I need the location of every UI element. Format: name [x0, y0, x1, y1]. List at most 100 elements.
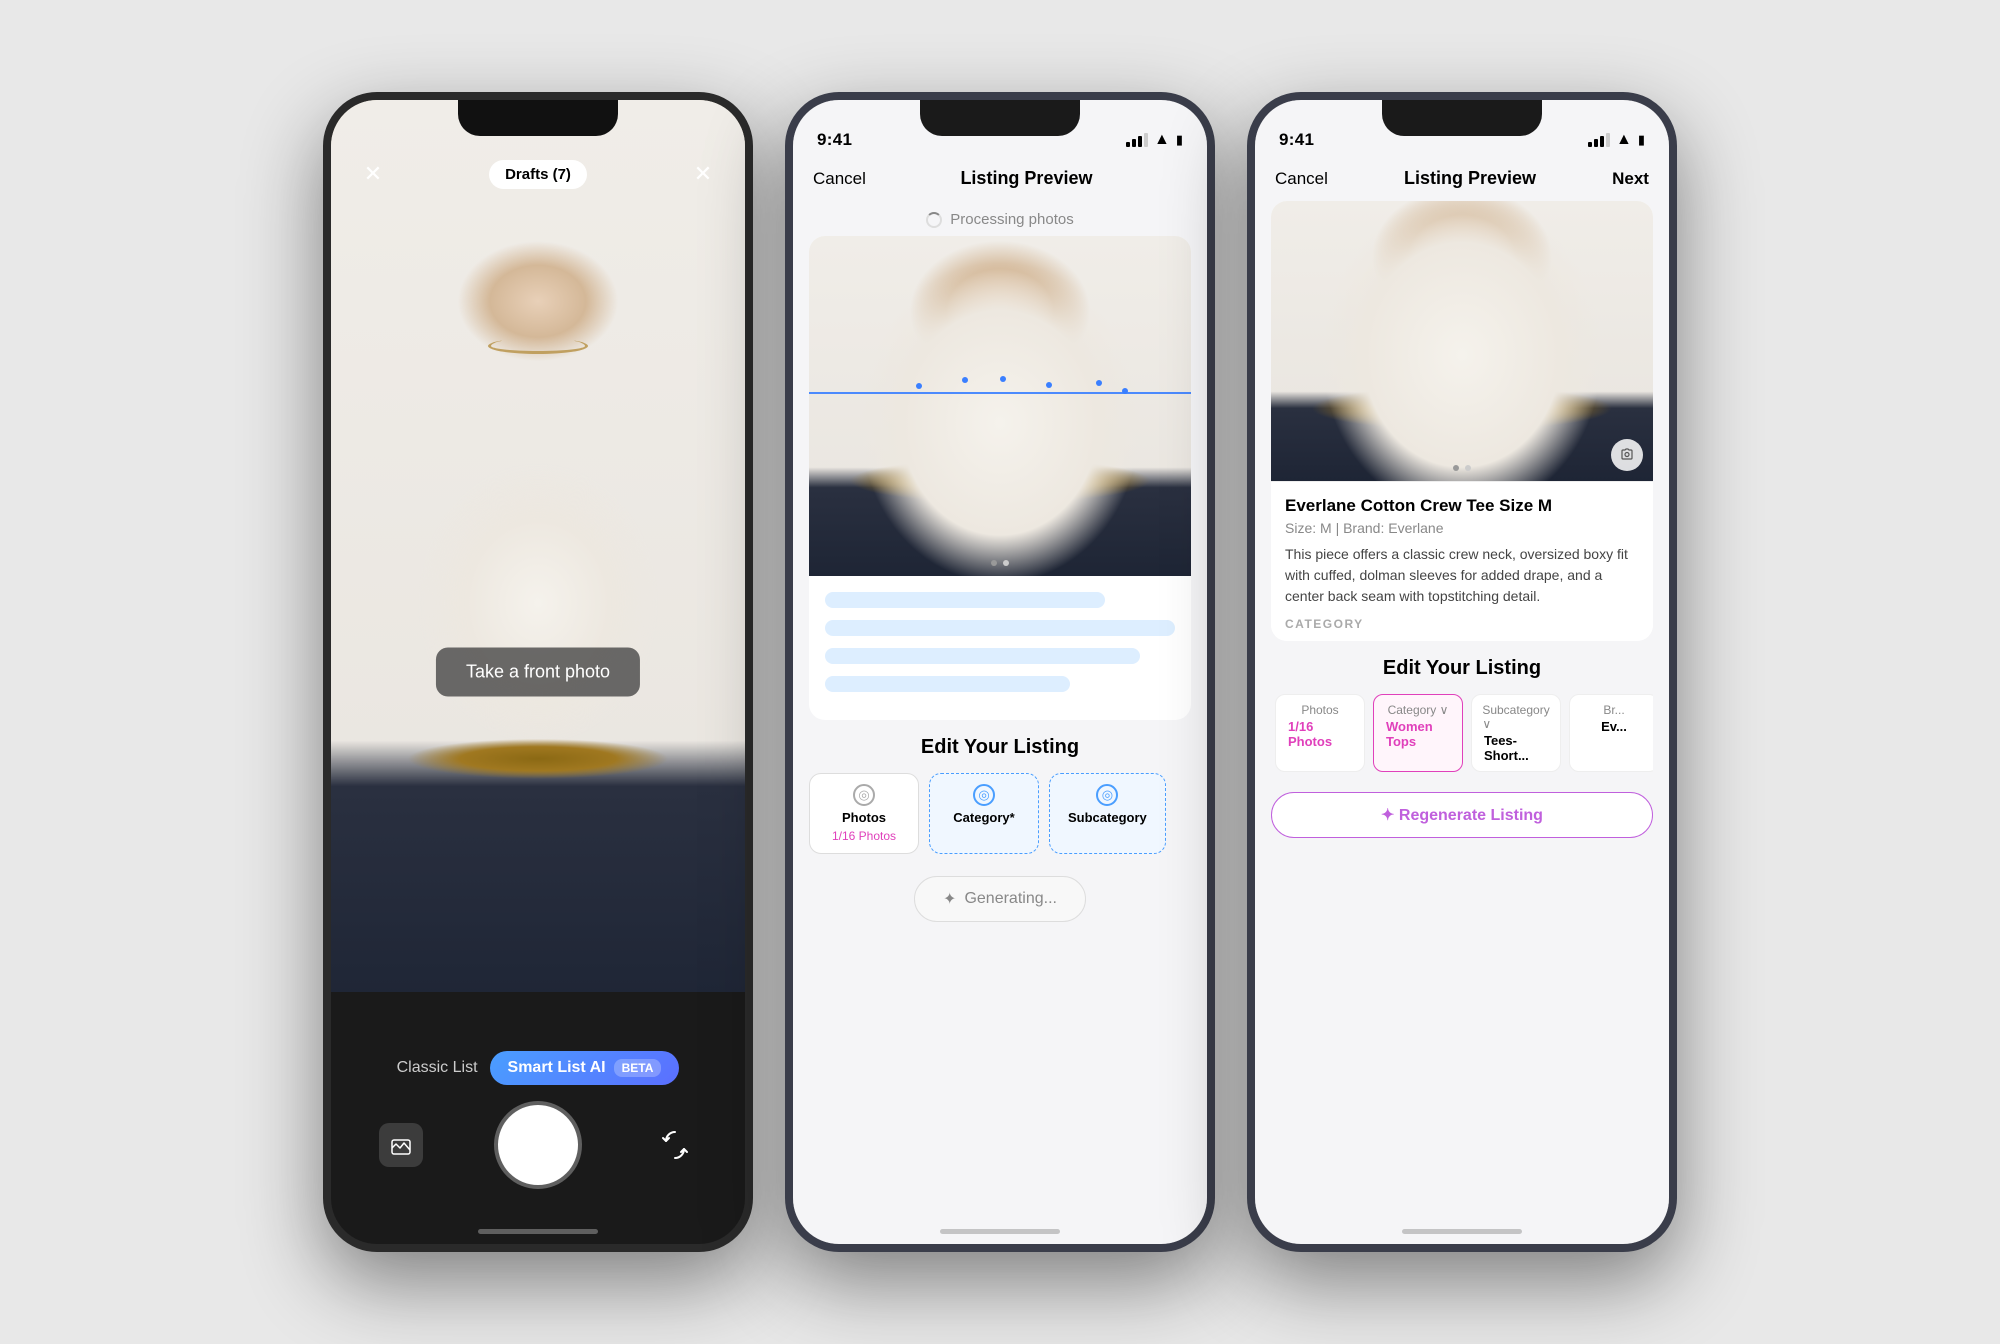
brand-tab3-value: Ev... — [1601, 719, 1627, 734]
classic-list-label[interactable]: Classic List — [397, 1059, 478, 1077]
result-tabs: Photos 1/16 Photos Category ∨ Women Tops… — [1271, 694, 1653, 772]
result-image-container: Everlane Cotton Crew Tee Size M Size: M … — [1271, 201, 1653, 641]
edit-listing-title-3: Edit Your Listing — [1271, 657, 1653, 680]
listing-tabs: ◎ Photos 1/16 Photos ◎ Category* - ◎ Sub… — [809, 773, 1191, 854]
scan-dot-2 — [962, 377, 968, 383]
status-time-2: 9:41 — [817, 130, 852, 150]
processing-text: Processing photos — [950, 211, 1073, 228]
edit-listing-title-2: Edit Your Listing — [809, 736, 1191, 759]
page-title-2: Listing Preview — [960, 168, 1092, 189]
product-info: Everlane Cotton Crew Tee Size M Size: M … — [1271, 481, 1653, 641]
scan-dot-4 — [1046, 382, 1052, 388]
listing-photo — [809, 236, 1191, 576]
phone2-screen: 9:41 ▲ ▮ Cancel Listing Preview — [793, 100, 1207, 1244]
photos-tab-label: Photos — [842, 810, 886, 825]
result-indicator-1 — [1453, 465, 1459, 471]
product-meta: Size: M | Brand: Everlane — [1285, 520, 1639, 536]
tab-category-3[interactable]: Category ∨ Women Tops — [1373, 694, 1463, 772]
brand-tab3-label: Br... — [1603, 703, 1624, 717]
notch-2 — [920, 100, 1080, 136]
category-tab-label: Category* — [953, 810, 1014, 825]
nav-bar-2: Cancel Listing Preview — [793, 160, 1207, 201]
next-button-3[interactable]: Next — [1612, 169, 1649, 189]
camera-edit-icon[interactable] — [1611, 439, 1643, 471]
processing-indicator: Processing photos — [793, 201, 1207, 236]
subcategory-tab-label: Subcategory — [1068, 810, 1147, 825]
scan-dot-3 — [1000, 376, 1006, 382]
signal-bar3-4 — [1606, 133, 1610, 147]
notch-1 — [458, 100, 618, 136]
beta-badge: BETA — [614, 1059, 662, 1077]
listing-image-container — [809, 236, 1191, 720]
page-title-3: Listing Preview — [1404, 168, 1536, 189]
result-indicator-2 — [1465, 465, 1471, 471]
phone3-screen: 9:41 ▲ ▮ Cancel Listing Preview Next — [1255, 100, 1669, 1244]
spinner-icon — [926, 212, 942, 228]
phone-2-processing: 9:41 ▲ ▮ Cancel Listing Preview — [785, 92, 1215, 1252]
subcategory-tab3-label: Subcategory ∨ — [1482, 703, 1549, 731]
signal-bar3-1 — [1588, 142, 1592, 147]
camera-view: ✕ Drafts (7) ✕ Take a front photo Classi… — [331, 100, 745, 1244]
category-tab3-label: Category ∨ — [1388, 703, 1449, 717]
drafts-badge[interactable]: Drafts (7) — [489, 160, 587, 189]
phone-1-camera: ✕ Drafts (7) ✕ Take a front photo Classi… — [323, 92, 753, 1252]
necklace-detail — [488, 338, 588, 354]
tab-photos-2[interactable]: ◎ Photos 1/16 Photos — [809, 773, 919, 854]
signal-bar-3 — [1138, 136, 1142, 147]
status-icons-2: ▲ ▮ — [1126, 131, 1183, 149]
shutter-button[interactable] — [498, 1105, 578, 1185]
regenerate-listing-button[interactable]: ✦ Regenerate Listing — [1271, 792, 1653, 838]
category-tab-icon: ◎ — [973, 784, 995, 806]
smart-list-button[interactable]: Smart List AI BETA — [490, 1051, 680, 1085]
edit-listing-section-2: Edit Your Listing ◎ Photos 1/16 Photos ◎… — [793, 720, 1207, 862]
product-title: Everlane Cotton Crew Tee Size M — [1285, 496, 1639, 516]
flip-camera-icon[interactable] — [653, 1123, 697, 1167]
tab-subcategory-2[interactable]: ◎ Subcategory - — [1049, 773, 1166, 854]
cancel-button-2[interactable]: Cancel — [813, 169, 866, 189]
cancel-button-3[interactable]: Cancel — [1275, 169, 1328, 189]
edit-listing-section-3: Edit Your Listing Photos 1/16 Photos Cat… — [1255, 641, 1669, 780]
signal-bars — [1126, 133, 1148, 147]
category-section-label: CATEGORY — [1285, 617, 1639, 631]
loading-skeleton — [809, 576, 1191, 720]
signal-bar-1 — [1126, 142, 1130, 147]
photos-tab-count: 1/16 Photos — [832, 829, 896, 843]
result-photo-content — [1271, 201, 1653, 481]
wifi-icon: ▲ — [1154, 131, 1170, 149]
gallery-icon[interactable] — [379, 1123, 423, 1167]
status-time-3: 9:41 — [1279, 130, 1314, 150]
signal-bar-2 — [1132, 139, 1136, 147]
scan-dots — [809, 365, 1191, 425]
skeleton-bar-4 — [825, 676, 1070, 692]
battery-icon: ▮ — [1176, 132, 1183, 148]
tab-photos-3[interactable]: Photos 1/16 Photos — [1275, 694, 1365, 772]
signal-bar-4 — [1144, 133, 1148, 147]
home-indicator-3 — [1402, 1229, 1522, 1234]
scan-dot-5 — [1096, 380, 1102, 386]
camera-photo — [331, 100, 745, 1015]
camera-controls — [331, 1105, 745, 1185]
status-icons-3: ▲ ▮ — [1588, 131, 1645, 149]
skeleton-bar-3 — [825, 648, 1140, 664]
indicator-2 — [1003, 560, 1009, 566]
result-photo — [1271, 201, 1653, 481]
home-indicator — [478, 1229, 598, 1234]
category-tab3-value: Women Tops — [1386, 719, 1450, 749]
scan-dot-1 — [916, 383, 922, 389]
smart-list-label: Smart List AI — [508, 1059, 606, 1077]
front-photo-prompt: Take a front photo — [436, 648, 640, 697]
tab-category-2[interactable]: ◎ Category* - — [929, 773, 1039, 854]
trash-icon[interactable]: ✕ — [685, 156, 721, 192]
battery-icon-3: ▮ — [1638, 132, 1645, 148]
tab-subcategory-3[interactable]: Subcategory ∨ Tees- Short... — [1471, 694, 1561, 772]
listing-mode-selector: Classic List Smart List AI BETA — [397, 1051, 680, 1085]
signal-bar3-3 — [1600, 136, 1604, 147]
product-description: This piece offers a classic crew neck, o… — [1285, 544, 1639, 607]
scan-line — [809, 392, 1191, 394]
subcategory-tab3-value: Tees- Short... — [1484, 733, 1548, 763]
close-icon[interactable]: ✕ — [355, 156, 391, 192]
skeleton-bar-2 — [825, 620, 1175, 636]
skeleton-bar-1 — [825, 592, 1105, 608]
tab-brand-3[interactable]: Br... Ev... — [1569, 694, 1653, 772]
photo-page-indicators — [991, 560, 1009, 566]
